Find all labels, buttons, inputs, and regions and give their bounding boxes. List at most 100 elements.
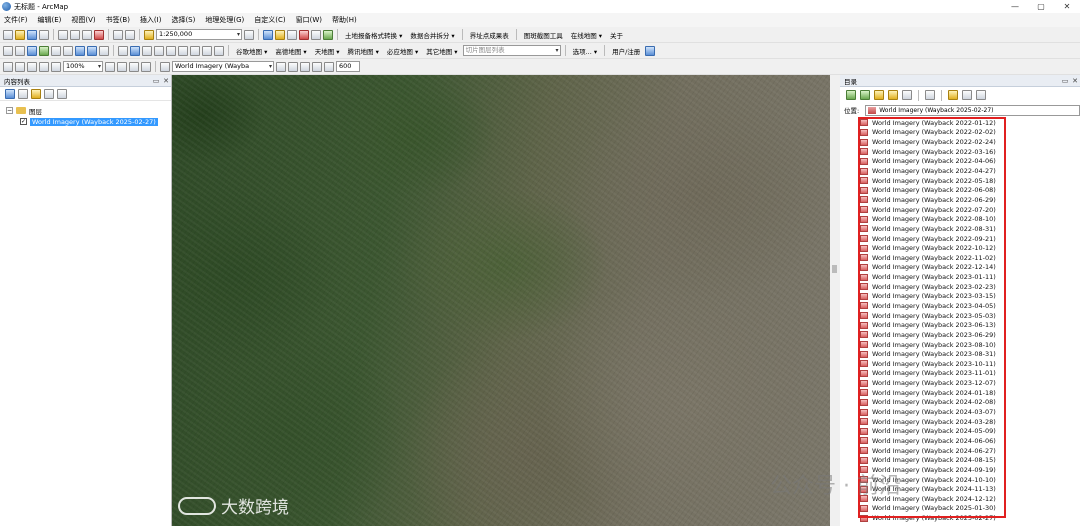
refresh-icon[interactable] xyxy=(962,90,972,100)
catalog-item[interactable]: World Imagery (Wayback 2022-06-08) xyxy=(840,185,1080,195)
menu-customize[interactable]: 自定义(C) xyxy=(254,15,285,25)
select-elements-icon[interactable] xyxy=(118,45,128,56)
catalog-item[interactable]: World Imagery (Wayback 2023-08-10) xyxy=(840,340,1080,350)
go-to-xy-icon[interactable] xyxy=(190,45,200,56)
online-map-menu[interactable]: 在线地图 ▾ xyxy=(571,30,602,40)
list-by-drawing-order-icon[interactable] xyxy=(5,88,15,99)
focus-data-frame-icon[interactable] xyxy=(117,61,127,72)
map-view[interactable]: 大数跨境 xyxy=(172,75,830,526)
identify-icon[interactable] xyxy=(130,45,140,56)
scale-combo[interactable]: 1:250,000 ▾ xyxy=(156,29,242,40)
view-options-icon[interactable] xyxy=(925,90,935,100)
cut-icon[interactable] xyxy=(58,29,68,40)
forward-extent-icon[interactable] xyxy=(87,45,97,56)
back-extent-icon[interactable] xyxy=(75,45,85,56)
catalog-item[interactable]: World Imagery (Wayback 2025-02-27) xyxy=(840,513,1080,523)
toggle-contents-icon[interactable] xyxy=(902,90,912,100)
back-arrow-icon[interactable] xyxy=(846,90,856,100)
catalog-item[interactable]: World Imagery (Wayback 2022-10-12) xyxy=(840,243,1080,253)
catalog-item[interactable]: World Imagery (Wayback 2022-09-21) xyxy=(840,234,1080,244)
layout-zoom-in-icon[interactable] xyxy=(3,61,13,72)
catalog-item[interactable]: World Imagery (Wayback 2024-06-27) xyxy=(840,446,1080,456)
menu-geoprocessing[interactable]: 地理处理(G) xyxy=(205,15,244,25)
home-folder-icon[interactable] xyxy=(874,90,884,100)
transparency-icon[interactable] xyxy=(300,61,310,72)
menu-selection[interactable]: 选择(S) xyxy=(171,15,195,25)
full-extent-icon[interactable] xyxy=(39,45,49,56)
add-data-icon[interactable] xyxy=(144,29,154,40)
layer-label[interactable]: World Imagery (Wayback 2025-02-27) xyxy=(30,117,158,126)
catalog-item[interactable]: World Imagery (Wayback 2024-01-18) xyxy=(840,388,1080,398)
location-input[interactable]: World Imagery (Wayback 2025-02-27) xyxy=(865,104,1080,116)
catalog-options-icon[interactable] xyxy=(976,90,986,100)
editor-icon[interactable] xyxy=(244,29,254,40)
pan-icon[interactable] xyxy=(27,45,37,56)
catalog-item[interactable]: World Imagery (Wayback 2022-04-27) xyxy=(840,166,1080,176)
zoom-whole-page-icon[interactable] xyxy=(39,61,49,72)
pin-icon[interactable]: ▭ xyxy=(151,77,161,85)
menu-bookmarks[interactable]: 书签(B) xyxy=(106,15,130,25)
panel-splitter[interactable] xyxy=(830,75,840,526)
amap-menu[interactable]: 高德地图 ▾ xyxy=(275,46,306,56)
catalog-item[interactable]: World Imagery (Wayback 2023-10-11) xyxy=(840,359,1080,369)
connect-folder-icon[interactable] xyxy=(888,90,898,100)
table-of-contents-icon[interactable] xyxy=(263,29,273,40)
catalog-icon[interactable] xyxy=(275,29,285,40)
search-window-icon[interactable] xyxy=(287,29,297,40)
fixed-zoom-out-icon[interactable] xyxy=(63,45,73,56)
collapse-icon[interactable]: − xyxy=(6,107,13,114)
layout-pan-icon[interactable] xyxy=(27,61,37,72)
contrast-icon[interactable] xyxy=(276,61,286,72)
catalog-item[interactable]: World Imagery (Wayback 2023-06-13) xyxy=(840,320,1080,330)
catalog-item[interactable]: World Imagery (Wayback 2024-05-09) xyxy=(840,427,1080,437)
options-menu[interactable]: 选项... ▾ xyxy=(573,46,598,56)
catalog-item[interactable]: World Imagery (Wayback 2023-03-15) xyxy=(840,292,1080,302)
catalog-item[interactable]: World Imagery (Wayback 2022-07-20) xyxy=(840,205,1080,215)
zoom-100-icon[interactable] xyxy=(51,61,61,72)
change-layout-icon[interactable] xyxy=(129,61,139,72)
info-icon[interactable] xyxy=(645,45,656,56)
catalog-item[interactable]: World Imagery (Wayback 2022-02-24) xyxy=(840,137,1080,147)
catalog-item[interactable]: World Imagery (Wayback 2022-11-02) xyxy=(840,253,1080,263)
layer-group-row[interactable]: − 图层 xyxy=(6,105,171,116)
restore-button[interactable]: ▢ xyxy=(1028,2,1054,11)
menu-view[interactable]: 视图(V) xyxy=(71,15,95,25)
menu-edit[interactable]: 编辑(E) xyxy=(38,15,62,25)
catalog-item[interactable]: World Imagery (Wayback 2022-04-06) xyxy=(840,157,1080,167)
hyperlink-icon[interactable] xyxy=(154,45,164,56)
zoom-in-icon[interactable] xyxy=(3,45,13,56)
new-document-icon[interactable] xyxy=(3,29,13,40)
data-driven-pages-icon[interactable] xyxy=(141,61,151,72)
catalog-item[interactable]: World Imagery (Wayback 2022-03-16) xyxy=(840,147,1080,157)
layout-zoom-combo[interactable]: 100% ▾ xyxy=(63,61,103,72)
pin-icon[interactable]: ▭ xyxy=(1060,77,1070,85)
select-features-icon[interactable] xyxy=(99,45,109,56)
close-button[interactable]: ✕ xyxy=(1054,2,1080,11)
catalog-item[interactable]: World Imagery (Wayback 2024-03-07) xyxy=(840,407,1080,417)
boundary-point-table-button[interactable]: 界址点成果表 xyxy=(470,30,509,40)
list-by-source-icon[interactable] xyxy=(18,88,28,99)
html-popup-icon[interactable] xyxy=(142,45,152,56)
menu-insert[interactable]: 插入(I) xyxy=(140,15,162,25)
bing-map-menu[interactable]: 必应地图 ▾ xyxy=(387,46,418,56)
catalog-item[interactable]: World Imagery (Wayback 2023-12-07) xyxy=(840,378,1080,388)
forward-arrow-icon[interactable] xyxy=(860,90,870,100)
new-folder-icon[interactable] xyxy=(948,90,958,100)
layout-zoom-out-icon[interactable] xyxy=(15,61,25,72)
list-by-selection-icon[interactable] xyxy=(44,88,54,99)
time-slider-icon[interactable] xyxy=(202,45,212,56)
catalog-item[interactable]: World Imagery (Wayback 2022-08-31) xyxy=(840,224,1080,234)
measure-icon[interactable] xyxy=(166,45,176,56)
data-merge-split-menu[interactable]: 数据合并拆分 ▾ xyxy=(410,30,454,40)
catalog-item[interactable]: World Imagery (Wayback 2023-02-23) xyxy=(840,282,1080,292)
layer-visibility-checkbox[interactable]: ✓ xyxy=(20,118,27,125)
catalog-item[interactable]: World Imagery (Wayback 2024-06-06) xyxy=(840,436,1080,446)
list-by-visibility-icon[interactable] xyxy=(31,88,41,99)
splitter-grip[interactable] xyxy=(832,265,837,273)
catalog-item[interactable]: World Imagery (Wayback 2022-12-14) xyxy=(840,263,1080,273)
catalog-item[interactable]: World Imagery (Wayback 2023-11-01) xyxy=(840,369,1080,379)
about-button[interactable]: 关于 xyxy=(610,30,623,40)
copy-icon[interactable] xyxy=(70,29,80,40)
catalog-item[interactable]: World Imagery (Wayback 2025-01-30) xyxy=(840,504,1080,514)
close-icon[interactable]: ✕ xyxy=(161,77,171,85)
